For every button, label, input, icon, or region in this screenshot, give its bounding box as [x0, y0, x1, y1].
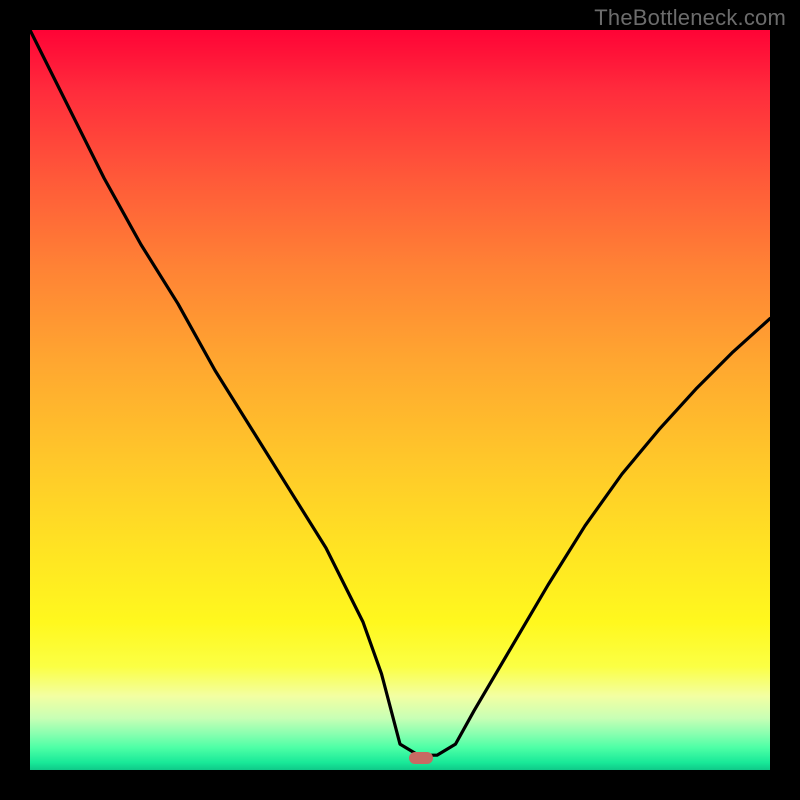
chart-frame: TheBottleneck.com: [0, 0, 800, 800]
bottleneck-curve: [30, 30, 770, 770]
watermark-text: TheBottleneck.com: [594, 5, 786, 31]
plot-area: [30, 30, 770, 770]
bottleneck-marker: [409, 752, 433, 764]
